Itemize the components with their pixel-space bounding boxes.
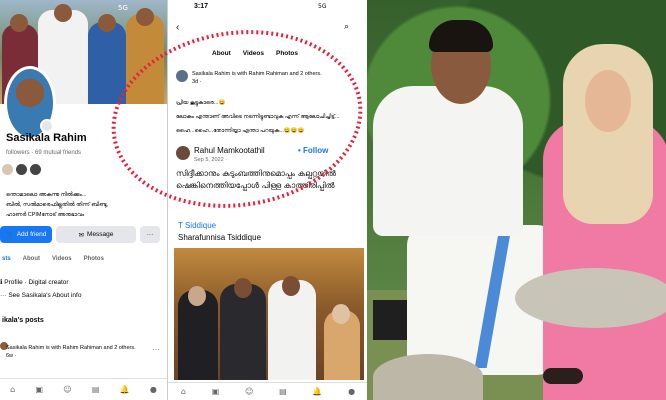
shared-post-text: സിദ്ദീക്കാനും കുടുംബത്തിനുമൊപ്പം കല്പറ്റ… <box>176 169 336 190</box>
woman-face <box>585 70 631 132</box>
menu-avatar-icon[interactable]: ● <box>150 385 157 394</box>
tab-about[interactable]: About <box>212 50 231 57</box>
post-screenshot: 3:17 5G ‹ ⌕ About Videos Photos Sasikala… <box>167 0 367 400</box>
post-author-line[interactable]: Sasikala Rahim is with Rahim Rahiman and… <box>6 344 146 352</box>
cover-person <box>126 14 164 104</box>
friends-icon[interactable]: ☺ <box>245 387 253 396</box>
photo-face <box>332 304 350 324</box>
tab-videos[interactable]: Videos <box>52 256 72 262</box>
mutual-friends[interactable]: 69 mutual friends <box>35 150 81 156</box>
video-icon[interactable]: ▣ <box>212 387 220 396</box>
camera-icon[interactable] <box>40 119 54 133</box>
clock: 3:17 <box>194 3 209 10</box>
video-icon[interactable]: ▣ <box>35 385 43 394</box>
cover-face <box>54 4 72 22</box>
status-bar: 5G <box>118 4 128 12</box>
man-shirt <box>373 86 523 236</box>
tab-photos[interactable]: Photos <box>276 50 298 57</box>
profile-stats: followers · 69 mutual friends <box>6 150 82 156</box>
detail-about-link[interactable]: ··· See Sasikala's About info <box>0 289 167 302</box>
post-photo[interactable] <box>174 248 364 380</box>
add-friend-icon: 👤 <box>5 231 14 239</box>
friends-icon[interactable]: ☺ <box>63 385 71 394</box>
tab-posts[interactable]: sts <box>2 256 11 262</box>
cover-face <box>136 8 154 26</box>
stone-table <box>515 268 666 328</box>
bell-icon[interactable]: 🔔 <box>312 387 322 396</box>
post-header: Sasikala Rahim is with Rahim Rahiman and… <box>192 70 352 86</box>
shared-post-date: Sep 5, 2022 · <box>194 157 228 163</box>
shared-author-name[interactable]: Rahul Mamkootathil <box>194 146 265 155</box>
bio-line: ബിൽ, സൽമാരെഫില്ലതിൽ തിന്ന് ബിണ്ടു, <box>6 202 109 208</box>
stone-table-base <box>373 354 483 400</box>
bell-icon[interactable]: 🔔 <box>120 385 130 394</box>
post-meta: 3d · <box>192 79 202 85</box>
profile-actions: 👤 Add friend ✉ Message ··· <box>0 226 167 243</box>
shoes <box>543 368 583 384</box>
couple-photo <box>367 0 666 400</box>
post-text-line: പ്രിയ കൂട്ടുകാരെ...😀 <box>176 100 226 106</box>
post-meta: 6w · <box>6 353 17 359</box>
follow-button[interactable]: • Follow <box>298 146 328 155</box>
shared-author-avatar[interactable] <box>176 146 190 160</box>
profile-details: ℹ Profile · Digital creator ··· See Sasi… <box>0 276 167 302</box>
bio-line: ഹാണർ CPIMനോട് അനുഭാവം <box>6 212 85 218</box>
profile-tabs: sts About Videos Photos <box>0 256 167 262</box>
cover-face <box>10 14 28 32</box>
messenger-icon: ✉ <box>78 231 85 239</box>
search-icon[interactable]: ⌕ <box>344 22 349 32</box>
add-friend-button[interactable]: 👤 Add friend <box>0 226 52 243</box>
add-friend-label: Add friend <box>16 231 47 238</box>
photo-face <box>282 276 300 296</box>
bottom-nav: ⌂ ▣ ☺ ▤ 🔔 ● <box>168 382 367 400</box>
tab-photos[interactable]: Photos <box>84 256 104 262</box>
profile-bio: ന്തൊമാലൊ അകന്നു നിൽക്കും... ബിൽ, സൽമാരെഫ… <box>6 190 166 220</box>
marketplace-icon[interactable]: ▤ <box>92 385 100 394</box>
post-text-line: ലോകം എന്താണ് അവിടെ നടന്നിട്ടുണ്ടാവുക എന്… <box>176 114 340 120</box>
post-text-line: ഹൈ...ഹൈ...തോന്നിയ്യാ എന്താ പറയുക...😀😀😀 <box>176 128 305 134</box>
home-icon[interactable]: ⌂ <box>181 387 186 396</box>
profile-screenshot: 5G Sasikala Rahim followers · 69 mutual … <box>0 0 167 400</box>
tagged-person[interactable]: T Siddique <box>178 221 216 230</box>
posts-heading: ikala's posts <box>2 317 44 324</box>
avatar[interactable] <box>16 164 27 175</box>
mutual-friend-avatars <box>2 164 41 175</box>
menu-avatar-icon[interactable]: ● <box>348 387 355 396</box>
detail-profile-type: ℹ Profile · Digital creator <box>0 279 69 286</box>
back-icon[interactable]: ‹ <box>176 22 179 33</box>
photo-face <box>234 278 252 298</box>
cover-face <box>98 14 116 32</box>
followers-label[interactable]: followers <box>6 150 30 156</box>
more-button[interactable]: ··· <box>140 226 160 243</box>
post-author-line[interactable]: Sasikala Rahim is with Rahim Rahiman and… <box>192 70 352 78</box>
post-header: Sasikala Rahim is with Rahim Rahiman and… <box>6 344 146 360</box>
message-button[interactable]: ✉ Message <box>56 226 136 243</box>
status-icons: 5G <box>318 3 327 10</box>
message-label: Message <box>87 231 114 238</box>
cover-person <box>88 22 126 104</box>
avatar[interactable] <box>30 164 41 175</box>
avatar[interactable] <box>2 164 13 175</box>
home-icon[interactable]: ⌂ <box>10 385 15 394</box>
profile-name: Sasikala Rahim <box>6 132 87 144</box>
post-more-button[interactable]: ··· <box>152 345 160 354</box>
tab-about[interactable]: About <box>23 256 40 262</box>
post-avatar[interactable] <box>176 70 188 82</box>
bottom-nav: ⌂ ▣ ☺ ▤ 🔔 ● <box>0 378 167 400</box>
photo-person <box>220 284 266 380</box>
man-hair <box>429 20 493 52</box>
marketplace-icon[interactable]: ▤ <box>279 387 287 396</box>
profile-tabs: About Videos Photos <box>212 50 298 57</box>
photo-face <box>188 286 206 306</box>
bio-line: ന്തൊമാലൊ അകന്നു നിൽക്കും... <box>6 192 87 198</box>
tab-videos[interactable]: Videos <box>243 50 264 57</box>
tagged-person[interactable]: Sharafunnisa Tsiddique <box>178 233 261 242</box>
